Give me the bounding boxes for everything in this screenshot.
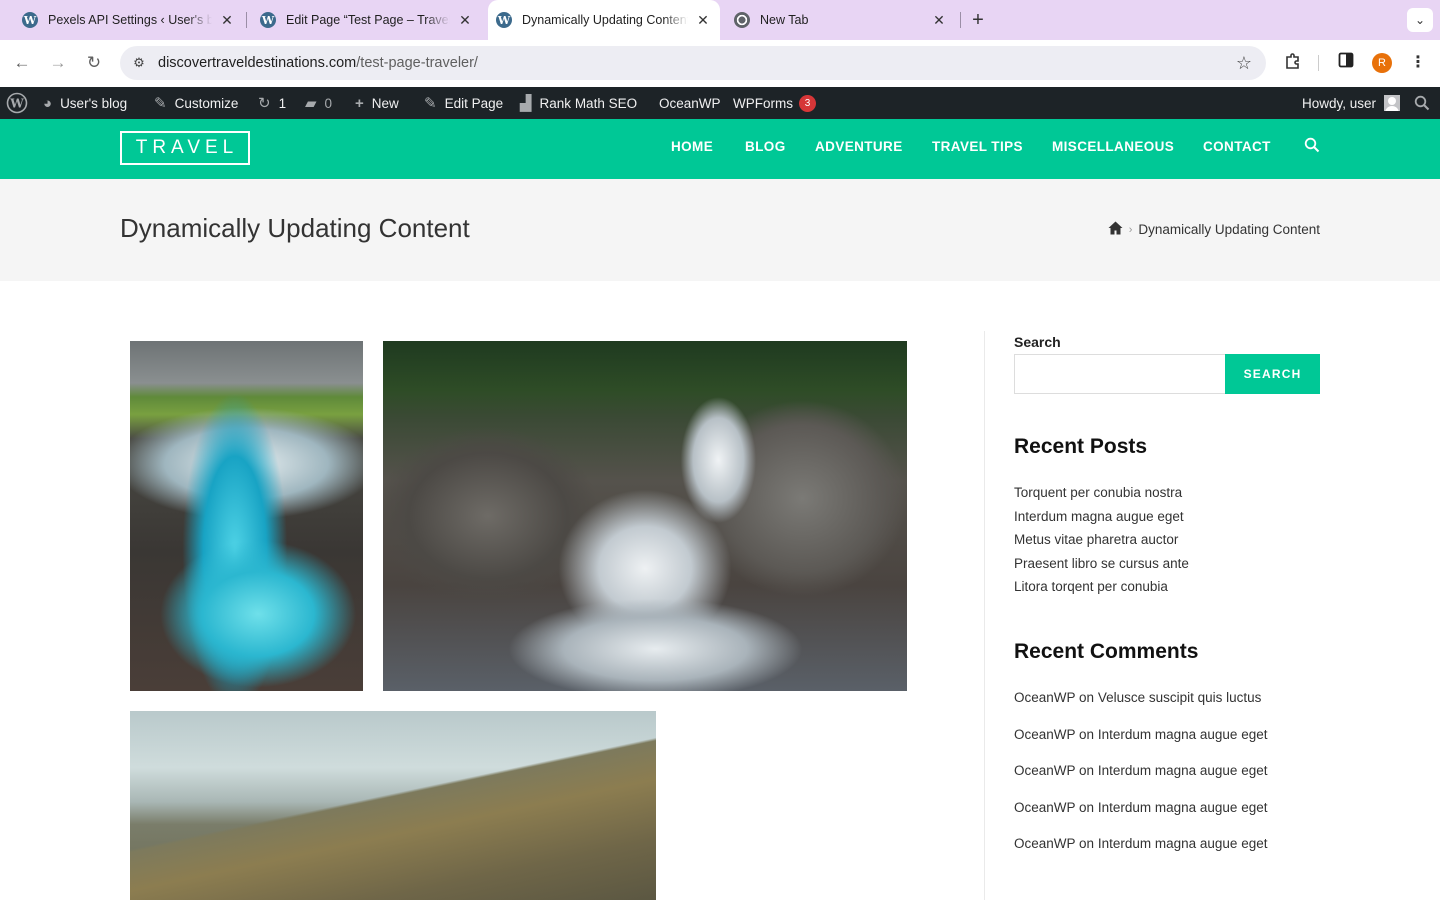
tab-close-icon[interactable]: ✕	[930, 12, 948, 29]
extensions-icon[interactable]	[1282, 52, 1304, 74]
sidebar-divider	[984, 331, 985, 900]
comment-author[interactable]: OceanWP	[1014, 727, 1075, 742]
search-input[interactable]	[1014, 354, 1226, 394]
admin-search-icon[interactable]	[1414, 87, 1430, 119]
browser-toolbar: ← → ↻ ⚙ discovertraveldestinations.com/t…	[0, 40, 1440, 86]
tab-close-icon[interactable]: ✕	[218, 12, 236, 29]
comment-author[interactable]: OceanWP	[1014, 800, 1075, 815]
back-arrow-icon[interactable]: ←	[11, 52, 33, 74]
tab-title: Pexels API Settings ‹ User's blog	[48, 13, 212, 27]
site-header: TRAVEL HOME BLOG ADVENTURE TRAVEL TIPS M…	[0, 119, 1440, 179]
page-title: Dynamically Updating Content	[120, 213, 470, 243]
dashboard-icon: ◕	[43, 94, 53, 112]
tab-dynamically-updating[interactable]: W Dynamically Updating Content ✕	[488, 0, 720, 40]
tab-title: New Tab	[760, 13, 809, 27]
home-icon[interactable]	[1108, 221, 1123, 238]
recent-comment-item: OceanWP on Velusce suscipit quis luctus	[1014, 690, 1262, 705]
recent-post-link[interactable]: Torquent per conubia nostra	[1014, 485, 1182, 500]
page-header: Dynamically Updating Content › Dynamical…	[0, 179, 1440, 281]
brush-icon: ✎	[154, 95, 167, 112]
recent-comment-item: OceanWP on Interdum magna augue eget	[1014, 727, 1268, 742]
wordpress-favicon-icon: W	[22, 12, 38, 28]
recent-comment-item: OceanWP on Interdum magna augue eget	[1014, 800, 1268, 815]
plus-icon: +	[355, 94, 364, 112]
user-avatar-icon	[1384, 95, 1401, 111]
reload-icon[interactable]: ↻	[83, 52, 105, 74]
recent-comments-title: Recent Comments	[1014, 640, 1199, 663]
menu-item-home[interactable]: HOME	[671, 139, 713, 154]
search-button[interactable]: SEARCH	[1225, 354, 1320, 394]
menu-item-blog[interactable]: BLOG	[745, 139, 786, 154]
admin-edit-page[interactable]: ✎ Edit Page	[424, 87, 503, 119]
recent-post-link[interactable]: Metus vitae pharetra auctor	[1014, 532, 1178, 547]
tab-new-tab[interactable]: New Tab ✕	[726, 0, 956, 40]
gallery-image-rocky-waterfall[interactable]	[383, 341, 907, 691]
address-bar[interactable]: ⚙ discovertraveldestinations.com/test-pa…	[120, 46, 1266, 80]
admin-customize[interactable]: ✎ Customize	[154, 87, 238, 119]
url-text[interactable]: discovertraveldestinations.com/test-page…	[158, 55, 478, 71]
wp-admin-bar: W ◕ User's blog ✎ Customize ↻ 1 ▰ 0 + New ✎ Ed…	[0, 87, 1440, 119]
comment-author[interactable]: OceanWP	[1014, 690, 1075, 705]
recent-comment-item: OceanWP on Interdum magna augue eget	[1014, 836, 1268, 851]
site-logo[interactable]: TRAVEL	[120, 131, 250, 165]
gallery-image-turquoise-river[interactable]	[130, 341, 363, 691]
menu-item-adventure[interactable]: ADVENTURE	[815, 139, 903, 154]
chrome-menu-icon[interactable]: ⋮	[1407, 52, 1429, 74]
comment-post-link[interactable]: Interdum magna augue eget	[1098, 763, 1268, 778]
breadcrumb: › Dynamically Updating Content	[1108, 221, 1320, 238]
tab-title: Dynamically Updating Content	[522, 13, 688, 27]
tab-close-icon[interactable]: ✕	[456, 12, 474, 29]
svg-text:W: W	[9, 97, 24, 111]
comment-post-link[interactable]: Velusce suscipit quis luctus	[1098, 690, 1262, 705]
breadcrumb-current: Dynamically Updating Content	[1138, 222, 1320, 237]
admin-oceanwp[interactable]: OceanWP	[659, 87, 721, 119]
profile-avatar[interactable]: R	[1372, 53, 1392, 73]
menu-item-travel-tips[interactable]: TRAVEL TIPS	[932, 139, 1023, 154]
wordpress-favicon-icon: W	[260, 12, 276, 28]
recent-post-link[interactable]: Litora torqent per conubia	[1014, 579, 1168, 594]
forward-arrow-icon[interactable]: →	[47, 52, 69, 74]
comment-post-link[interactable]: Interdum magna augue eget	[1098, 800, 1268, 815]
admin-site-name[interactable]: ◕ User's blog	[43, 87, 127, 119]
pencil-icon: ✎	[424, 95, 437, 112]
tab-search-button[interactable]: ⌄	[1407, 8, 1433, 32]
chrome-favicon-icon	[734, 12, 750, 28]
comment-author[interactable]: OceanWP	[1014, 836, 1075, 851]
gallery-image-mountain-slope[interactable]	[130, 711, 656, 900]
site-info-icon[interactable]: ⚙	[130, 55, 148, 71]
admin-updates[interactable]: ↻ 1	[258, 87, 286, 119]
updates-icon: ↻	[258, 95, 271, 112]
recent-post-link[interactable]: Interdum magna augue eget	[1014, 509, 1184, 524]
menu-search-icon[interactable]	[1304, 137, 1322, 155]
comment-post-link[interactable]: Interdum magna augue eget	[1098, 727, 1268, 742]
admin-comments[interactable]: ▰ 0	[305, 87, 332, 119]
menu-item-contact[interactable]: CONTACT	[1203, 139, 1271, 154]
admin-new[interactable]: + New	[355, 87, 399, 119]
admin-wpforms[interactable]: WPForms 3	[733, 87, 816, 119]
wordpress-favicon-icon: W	[496, 12, 512, 28]
search-widget-label: Search	[1014, 334, 1061, 350]
browser-tab-strip: W Pexels API Settings ‹ User's blog ✕ W …	[0, 0, 1440, 40]
comment-post-link[interactable]: Interdum magna augue eget	[1098, 836, 1268, 851]
admin-rank-math[interactable]: ▟ Rank Math SEO	[520, 87, 637, 119]
chevron-right-icon: ›	[1128, 223, 1133, 236]
recent-posts-title: Recent Posts	[1014, 435, 1148, 458]
bookmark-star-icon[interactable]: ☆	[1236, 53, 1252, 74]
admin-howdy[interactable]: Howdy, user	[1302, 87, 1401, 119]
tab-title: Edit Page “Test Page – Traveler”	[286, 13, 450, 27]
comment-author[interactable]: OceanWP	[1014, 763, 1075, 778]
new-tab-button[interactable]: +	[966, 8, 990, 32]
recent-post-link[interactable]: Praesent libro se cursus ante	[1014, 556, 1189, 571]
wp-logo-icon[interactable]: W	[6, 87, 28, 119]
tab-pexels-settings[interactable]: W Pexels API Settings ‹ User's blog ✕	[14, 0, 244, 40]
tab-edit-page[interactable]: W Edit Page “Test Page – Traveler” ✕	[252, 0, 482, 40]
comment-bubble-icon: ▰	[305, 95, 317, 112]
rank-math-icon: ▟	[520, 95, 532, 112]
recent-comment-item: OceanWP on Interdum magna augue eget	[1014, 763, 1268, 778]
tab-close-icon[interactable]: ✕	[694, 12, 712, 29]
menu-item-miscellaneous[interactable]: MISCELLANEOUS	[1052, 139, 1174, 154]
wpforms-notification-badge: 3	[799, 94, 816, 112]
side-panel-icon[interactable]	[1335, 52, 1357, 74]
